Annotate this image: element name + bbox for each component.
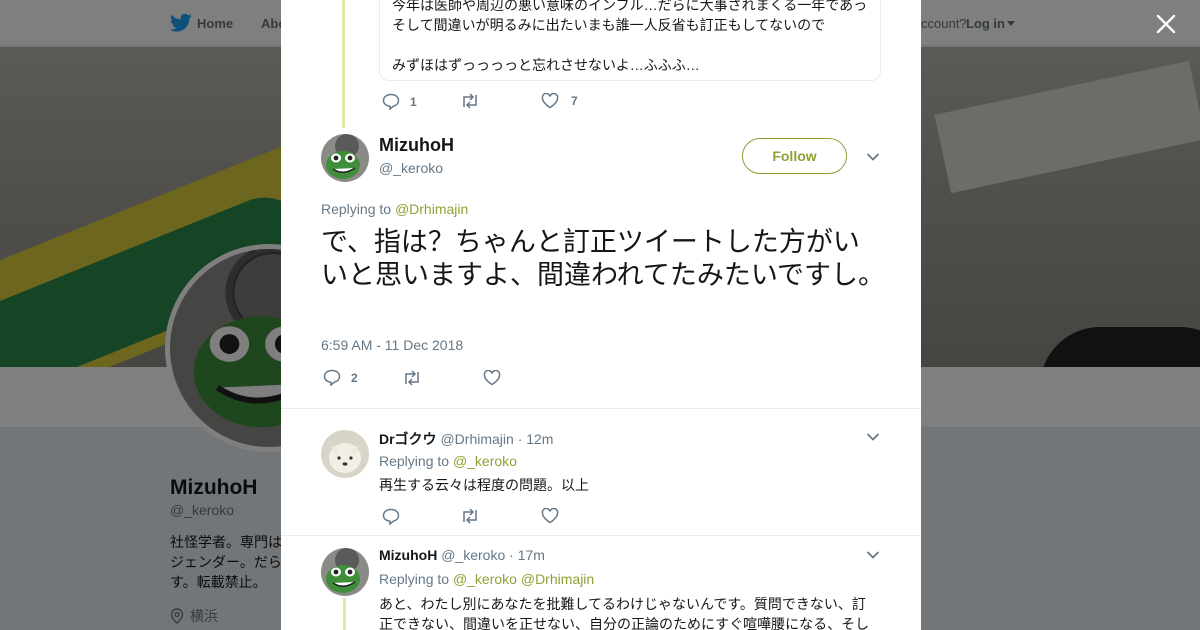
replying-to: Replying to @Drhimajin	[321, 201, 468, 217]
reply-text: 正できない、間違いを正せない、自分の正論のためにすぐ喧嘩腰になる、そし	[379, 616, 870, 630]
reply-button[interactable]: 1	[382, 93, 417, 110]
tweet-author-avatar[interactable]	[321, 134, 369, 182]
tweet-author-handle[interactable]: @_keroko	[379, 160, 443, 176]
like-icon	[483, 370, 501, 386]
like-button[interactable]	[541, 508, 559, 524]
reply-text: あと、わたし別にあなたを批難してるわけじゃないんです。質問できない、訂	[379, 596, 866, 612]
reply-author-avatar[interactable]	[321, 548, 369, 596]
replying-to-link[interactable]: @Drhimajin	[395, 201, 468, 217]
thread-line	[343, 598, 346, 630]
reply-icon	[382, 93, 400, 110]
reply-author-name[interactable]: Drゴクウ	[379, 431, 437, 447]
replying-to-link[interactable]: @_keroko	[453, 571, 517, 587]
thread-line	[342, 0, 345, 128]
reply-icon	[382, 508, 400, 525]
parent-tweet-line	[392, 35, 868, 55]
like-count: 7	[571, 94, 578, 108]
parent-tweet-card[interactable]: 今年は医師や周辺の悪い意味のインフル…だらに大事されまくる一年であった。 そして…	[379, 0, 881, 81]
parent-tweet-line: 今年は医師や周辺の悪い意味のインフル…だらに大事されまくる一年であった。	[392, 0, 868, 13]
tweet-text: で、指は？ちゃんと訂正ツイートした方がいいと思いますよ、間違われてたみたいですし…	[321, 227, 886, 290]
retweet-button[interactable]	[402, 370, 430, 386]
replying-to-link[interactable]: @_keroko	[453, 453, 517, 469]
retweet-icon	[463, 93, 477, 109]
tweet-author-name[interactable]: MizuhoH	[379, 135, 454, 156]
reply-icon	[323, 369, 341, 386]
reply-header: Drゴクウ @Drhimajin · 12m	[379, 429, 553, 449]
reply-button[interactable]: 2	[323, 369, 358, 386]
replying-to: Replying to @_keroko	[379, 453, 517, 469]
like-button[interactable]: 7	[541, 93, 578, 109]
chevron-down-icon[interactable]	[866, 550, 880, 560]
reply-author-handle[interactable]: @Drhimajin	[440, 431, 513, 447]
retweet-button[interactable]	[460, 93, 488, 109]
reply-time[interactable]: · 17m	[509, 547, 545, 563]
replying-to-prefix: Replying to	[379, 453, 450, 469]
follow-button[interactable]: Follow	[742, 138, 847, 174]
retweet-icon	[463, 508, 477, 524]
reply-author-handle[interactable]: @_keroko	[441, 547, 505, 563]
replying-to: Replying to @_keroko @Drhimajin	[379, 571, 594, 587]
like-button[interactable]	[483, 370, 509, 386]
replying-to-prefix: Replying to	[321, 201, 392, 217]
tweet-modal: 今年は医師や周辺の悪い意味のインフル…だらに大事されまくる一年であった。 そして…	[281, 0, 921, 630]
like-icon	[541, 93, 559, 109]
replying-to-link[interactable]: @Drhimajin	[521, 571, 594, 587]
reply-author-name[interactable]: MizuhoH	[379, 547, 437, 563]
reply-button[interactable]	[382, 508, 400, 525]
retweet-icon	[405, 370, 419, 386]
parent-tweet-line: みずほはずっっっっと忘れさせないよ…ふふふ…	[392, 57, 700, 73]
reply-count: 1	[410, 94, 417, 109]
close-icon[interactable]	[1155, 13, 1177, 35]
chevron-down-icon[interactable]	[866, 432, 880, 442]
reply-header: MizuhoH @_keroko · 17m	[379, 547, 545, 563]
like-icon	[541, 508, 559, 524]
reply-time[interactable]: · 12m	[518, 431, 554, 447]
reply-count: 2	[351, 370, 358, 385]
chevron-down-icon[interactable]	[866, 152, 880, 162]
divider	[281, 408, 921, 409]
retweet-button[interactable]	[460, 508, 480, 524]
reply-text: 再生する云々は程度の問題。以上	[379, 477, 589, 493]
parent-tweet-line: そして間違いが明るみに出たいまも誰一人反省も訂正もしてないので	[392, 17, 826, 33]
reply-author-avatar[interactable]	[321, 430, 369, 478]
tweet-timestamp[interactable]: 6:59 AM - 11 Dec 2018	[321, 337, 463, 353]
replying-to-prefix: Replying to	[379, 571, 450, 587]
divider	[281, 535, 921, 536]
